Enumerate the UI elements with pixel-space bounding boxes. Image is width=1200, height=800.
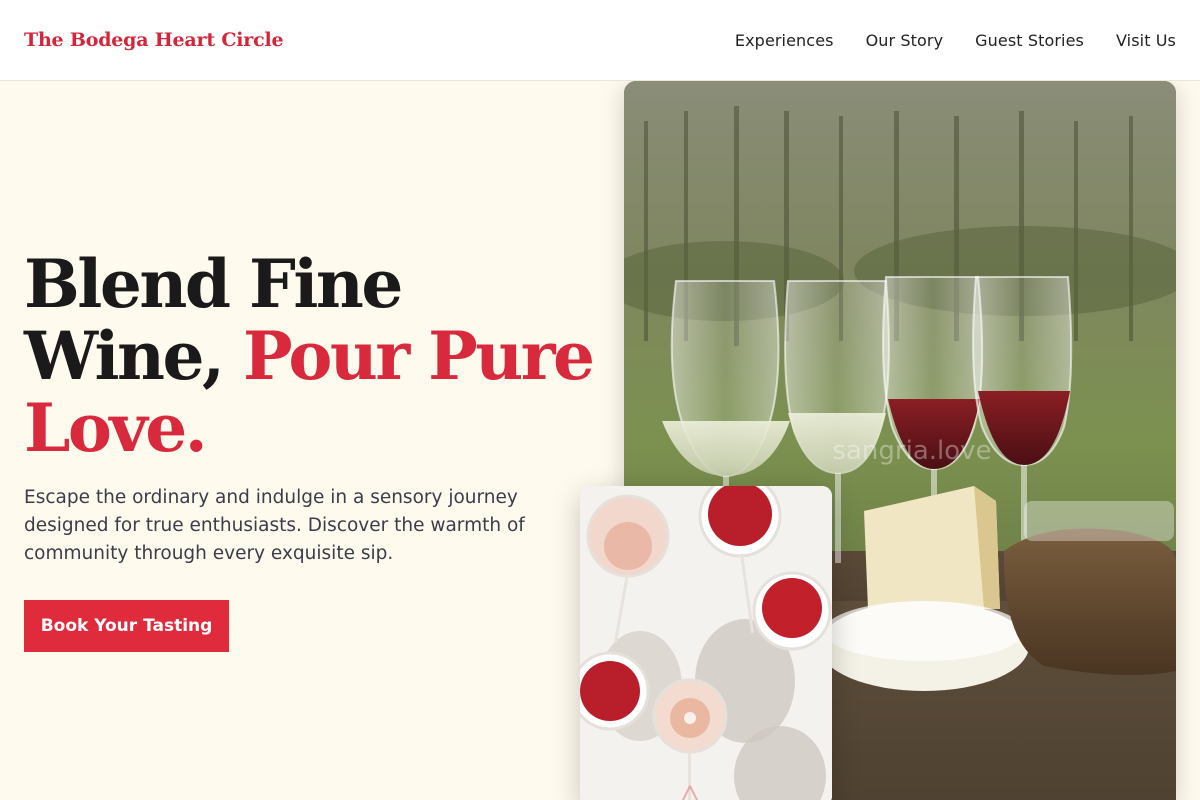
hero-title-line1: Blend Fine [24,245,403,323]
hero-title-line2: Wine, [24,317,243,395]
photo-watermark: sangria.love [832,436,991,466]
wine-glasses-topdown-photo [580,486,832,800]
hero-title: Blend Fine Wine, Pour Pure Love. [24,248,624,464]
book-tasting-button[interactable]: Book Your Tasting [24,600,229,652]
main-nav: Experiences Our Story Guest Stories Visi… [735,31,1176,50]
brand-logo[interactable]: The Bodega Heart Circle [24,29,284,51]
wine-glasses-illustration [580,486,832,800]
nav-link-guest-stories[interactable]: Guest Stories [975,31,1084,50]
site-header: The Bodega Heart Circle Experiences Our … [0,0,1200,81]
nav-link-our-story[interactable]: Our Story [866,31,944,50]
nav-link-visit-us[interactable]: Visit Us [1116,31,1176,50]
nav-link-experiences[interactable]: Experiences [735,31,834,50]
hero-description: Escape the ordinary and indulge in a sen… [24,487,525,564]
